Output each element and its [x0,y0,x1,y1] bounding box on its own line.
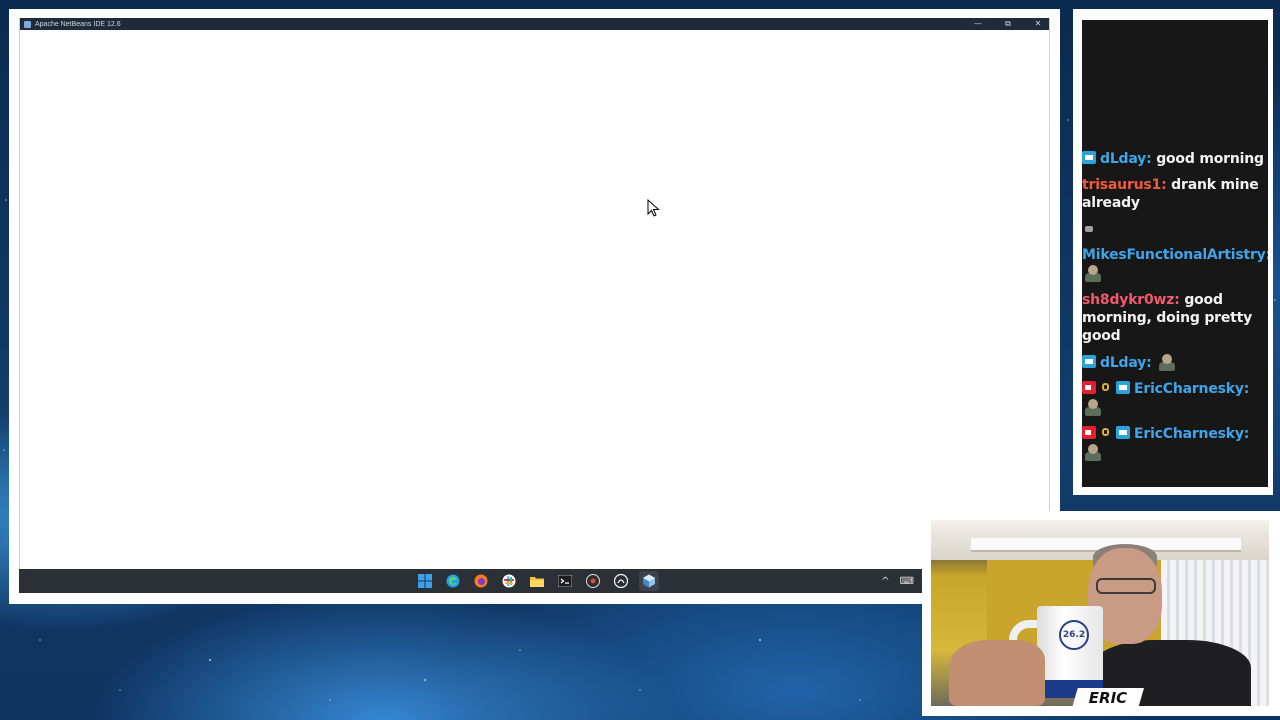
chat-message: trisaurus1: drank mine already [1082,176,1268,212]
chat-username[interactable]: dLday [1100,355,1146,371]
system-tray: ^ ⌨ [881,569,914,593]
tray-chevron-icon[interactable]: ^ [881,576,889,587]
chat-username-colon: : [1266,247,1268,263]
mod-badge-icon[interactable] [1116,426,1130,439]
bits-badge-icon[interactable] [1100,381,1112,394]
emote-icon [1156,353,1178,371]
chat-text: good morning [1156,151,1264,167]
emote-icon [1082,443,1104,461]
chat-username-colon: : [1161,177,1172,193]
emote-icon [1082,398,1104,416]
github-desktop-icon[interactable] [611,571,631,591]
close-button[interactable]: ✕ [1033,18,1043,30]
netbeans-icon[interactable] [639,571,659,591]
edge-icon[interactable] [443,571,463,591]
firefox-icon[interactable] [471,571,491,591]
minimize-button[interactable]: — [973,18,983,30]
chat-username[interactable]: EricCharnesky [1134,426,1244,442]
chat-username-colon: : [1146,151,1157,167]
window-title: Apache NetBeans IDE 12.6 [35,20,121,28]
mod-badge-icon[interactable] [1116,381,1130,394]
chat-username-colon: : [1174,292,1185,308]
mod-badge-icon[interactable] [1082,151,1096,164]
taskbar-pinned-apps [415,569,659,593]
chat-username-colon: : [1146,355,1157,371]
windows-start-icon[interactable] [415,571,435,591]
chat-message [1082,220,1268,238]
chat-message-list: dLday: good morning trisaurus1: drank min… [1082,150,1268,470]
chat-username-colon: : [1243,426,1250,442]
netbeans-window[interactable]: Apache NetBeans IDE 12.6 — ⧉ ✕ [19,18,1050,569]
chat-username[interactable]: trisaurus1 [1082,177,1161,193]
chat-username-colon: : [1243,381,1250,397]
chat-message: sh8dykr0wz: good morning, doing pretty g… [1082,291,1268,345]
chat-message: MikesFunctionalArtistry: [1082,246,1268,283]
bits-badge-icon[interactable] [1100,426,1112,439]
window-titlebar[interactable]: Apache NetBeans IDE 12.6 — ⧉ ✕ [20,18,1049,30]
chat-username[interactable]: MikesFunctionalArtistry [1082,247,1266,263]
terminal-icon[interactable] [555,571,575,591]
mug-logo: 26.2 [1059,620,1089,650]
maximize-button[interactable]: ⧉ [1003,18,1013,30]
webcam-name-label: ERIC [1072,688,1144,708]
slack-icon[interactable] [499,571,519,591]
keyboard-icon[interactable]: ⌨ [900,576,914,587]
chat-username[interactable]: EricCharnesky [1134,381,1244,397]
chat-message: EricCharnesky: [1082,380,1268,417]
stream-chat-panel: dLday: good morning trisaurus1: drank min… [1082,18,1268,487]
emote-icon [1082,225,1096,237]
broadcaster-badge-icon[interactable] [1082,426,1096,439]
mouse-cursor-icon [647,199,660,217]
window-controls: — ⧉ ✕ [973,18,1043,30]
windows-taskbar: ^ ⌨ [19,569,922,593]
chat-username[interactable]: dLday [1100,151,1146,167]
webcam-feed: 26.2 [931,520,1269,706]
chat-message: dLday: [1082,353,1268,372]
netbeans-app-icon [24,20,31,28]
broadcaster-badge-icon[interactable] [1082,381,1096,394]
mod-badge-icon[interactable] [1082,355,1096,368]
emote-icon [1082,264,1104,282]
file-explorer-icon[interactable] [527,571,547,591]
chat-username[interactable]: sh8dykr0wz [1082,292,1174,308]
chat-message: EricCharnesky: [1082,425,1268,462]
chat-message: dLday: good morning [1082,150,1268,168]
obs-icon[interactable] [583,571,603,591]
